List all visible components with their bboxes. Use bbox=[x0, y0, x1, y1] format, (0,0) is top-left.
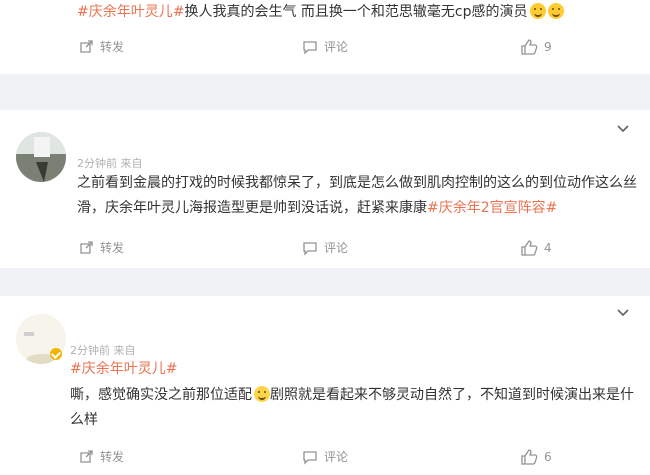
like-button[interactable]: 9 bbox=[520, 38, 552, 56]
comment-icon bbox=[303, 450, 317, 465]
post-meta: 2分钟前 来自 bbox=[77, 157, 143, 170]
repost-button[interactable]: 转发 bbox=[78, 239, 124, 256]
repost-button[interactable]: 转发 bbox=[78, 448, 124, 465]
post-2-text: 之前看到金晨的打戏的时候我都惊呆了，到底是怎么做到肌肉控制的这么的到位动作这么丝… bbox=[77, 171, 637, 221]
post-3-text: 嘶，感觉确实没之前那位适配 剧照就是看起来不够灵动自然了，不知道到时候演出来是什么… bbox=[70, 383, 638, 433]
post-separator bbox=[0, 268, 650, 296]
avatar[interactable] bbox=[16, 132, 66, 182]
thumbs-up-icon bbox=[521, 240, 538, 256]
post-1-actions: 转发 评论 9 bbox=[0, 38, 650, 62]
repost-icon bbox=[80, 240, 93, 254]
weibo-post-3: 2分钟前 来自 #庆余年叶灵儿# 嘶，感觉确实没之前那位适配 剧照就是看起来不够灵… bbox=[0, 296, 650, 475]
comment-button[interactable]: 评论 bbox=[302, 239, 348, 256]
repost-label: 转发 bbox=[100, 241, 125, 255]
thumbs-up-icon bbox=[521, 449, 538, 465]
repost-button[interactable]: 转发 bbox=[78, 38, 124, 55]
hashtag-link[interactable]: #庆余年2官宣阵容# bbox=[427, 200, 557, 216]
repost-label: 转发 bbox=[100, 40, 125, 54]
chevron-down-icon[interactable] bbox=[616, 306, 630, 320]
like-button[interactable]: 6 bbox=[520, 448, 552, 466]
like-count: 6 bbox=[544, 450, 552, 464]
repost-label: 转发 bbox=[100, 450, 125, 464]
smile-icon bbox=[547, 3, 564, 19]
comment-icon bbox=[303, 241, 317, 256]
repost-icon bbox=[80, 39, 93, 53]
comment-label: 评论 bbox=[324, 241, 349, 255]
post-3-body-part1: 嘶，感觉确实没之前那位适配 bbox=[70, 387, 252, 403]
sweat-smile-icon bbox=[254, 386, 270, 402]
comment-button[interactable]: 评论 bbox=[302, 448, 348, 465]
comment-button[interactable]: 评论 bbox=[302, 38, 348, 55]
comment-label: 评论 bbox=[324, 450, 349, 464]
comment-icon bbox=[303, 40, 317, 55]
weibo-post-2: 2分钟前 来自 之前看到金晨的打戏的时候我都惊呆了，到底是怎么做到肌肉控制的这么… bbox=[0, 110, 650, 268]
comment-label: 评论 bbox=[324, 40, 349, 54]
like-count: 4 bbox=[544, 241, 552, 255]
repost-icon bbox=[80, 449, 93, 463]
post-1-text: #庆余年叶灵儿#换人我真的会生气 而且换一个和范思辙毫无cp感的演员 bbox=[77, 0, 637, 25]
like-button[interactable]: 4 bbox=[520, 239, 552, 257]
post-3-actions: 转发 评论 6 bbox=[0, 448, 650, 472]
hashtag-link[interactable]: #庆余年叶灵儿# bbox=[77, 4, 184, 20]
like-count: 9 bbox=[544, 40, 552, 54]
thumbs-up-icon bbox=[521, 39, 538, 55]
verified-badge bbox=[50, 348, 62, 360]
smile-icon bbox=[529, 3, 546, 19]
post-3-hashtag-line: #庆余年叶灵儿# bbox=[70, 357, 630, 382]
post-meta: 2分钟前 来自 bbox=[70, 344, 136, 357]
hashtag-link[interactable]: #庆余年叶灵儿# bbox=[70, 361, 177, 377]
post-separator bbox=[0, 74, 650, 110]
chevron-down-icon[interactable] bbox=[616, 122, 630, 136]
weibo-post-1: #庆余年叶灵儿#换人我真的会生气 而且换一个和范思辙毫无cp感的演员 转发 评论… bbox=[0, 0, 650, 74]
post-1-body: 换人我真的会生气 而且换一个和范思辙毫无cp感的演员 bbox=[184, 4, 528, 20]
post-2-actions: 转发 评论 4 bbox=[0, 239, 650, 263]
